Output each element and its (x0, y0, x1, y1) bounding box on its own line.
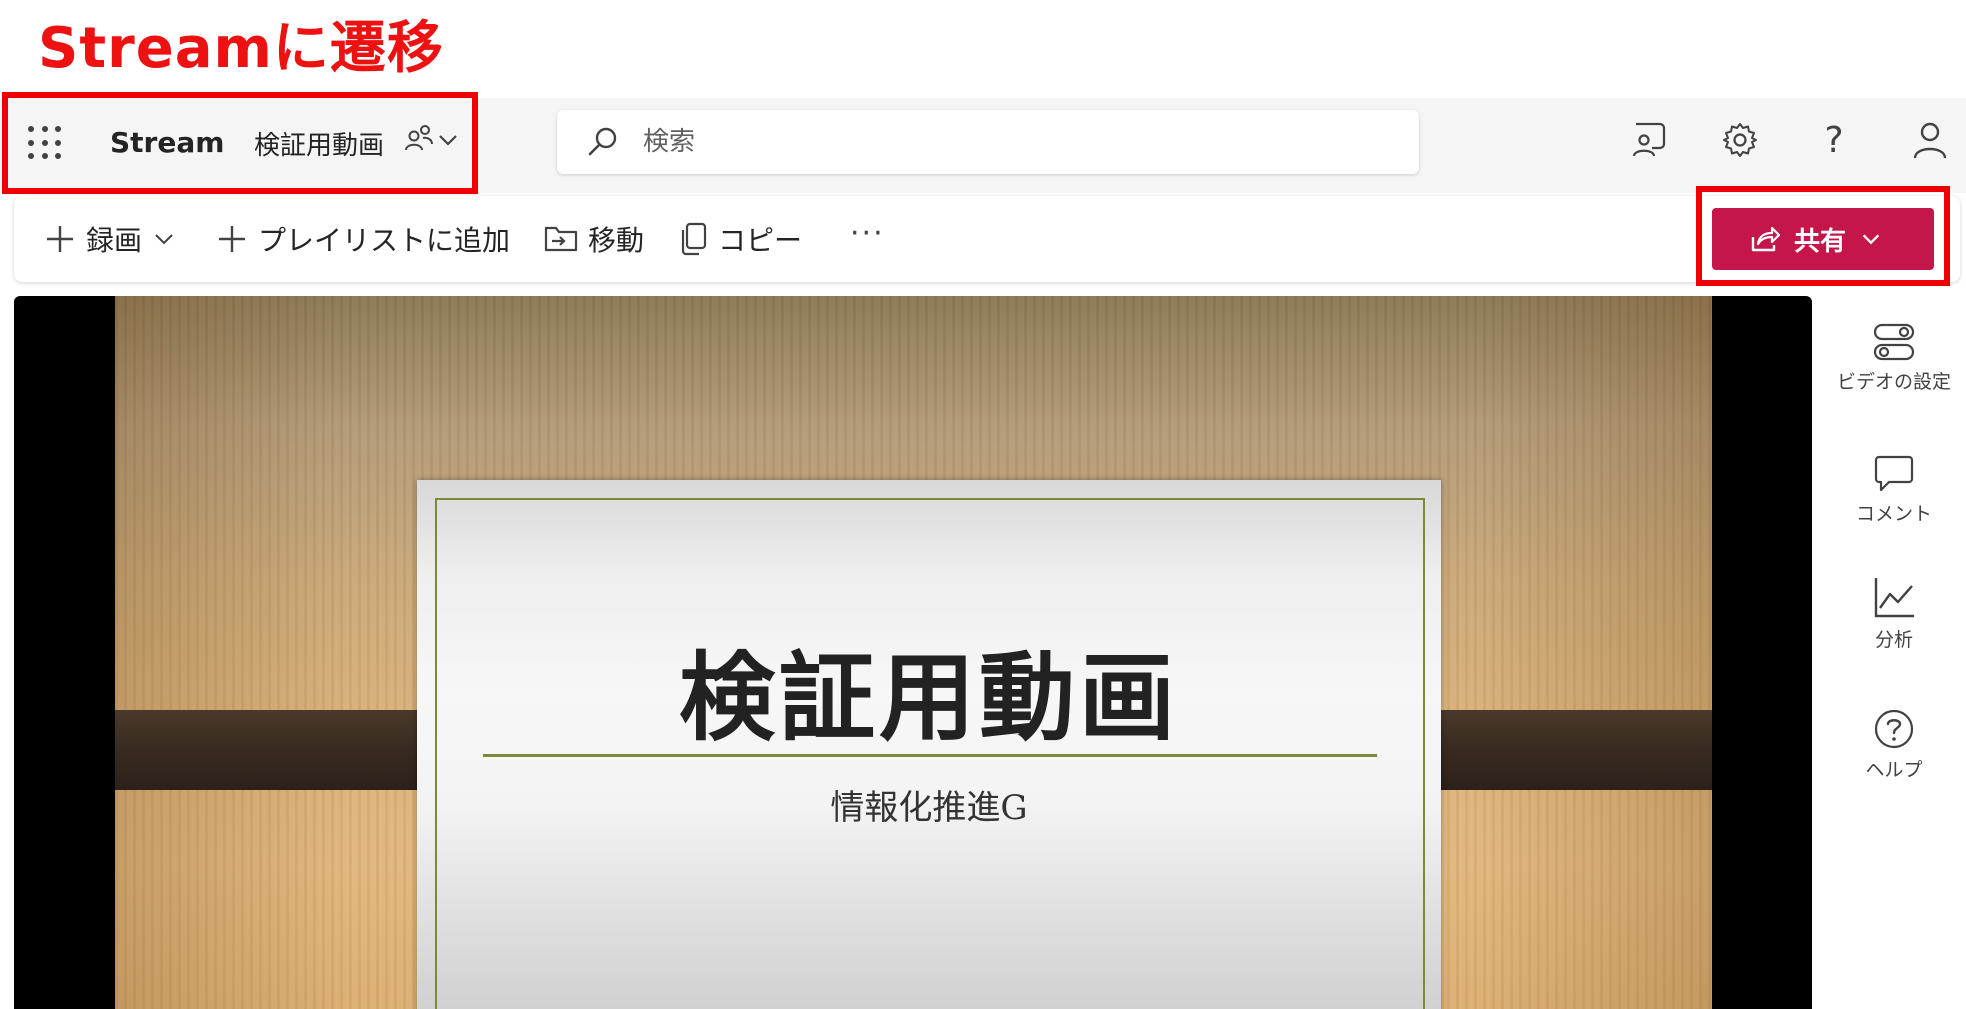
video-frame: 検証用動画 情報化推進G (115, 296, 1712, 1009)
rail-comments-label: コメント (1855, 503, 1932, 525)
rail-analytics-label: 分析 (1874, 629, 1913, 651)
video-player[interactable]: 検証用動画 情報化推進G (14, 296, 1812, 1009)
copy-button[interactable]: コピー (678, 214, 802, 264)
person-icon[interactable] (1908, 118, 1952, 162)
search-input[interactable] (643, 120, 1383, 164)
slide-card: 検証用動画 情報化推進G (417, 480, 1441, 1009)
help-circle-icon (1874, 709, 1914, 749)
gear-icon[interactable] (1718, 118, 1762, 162)
record-button[interactable]: 録画 (44, 214, 186, 264)
annotation-box-share (1696, 186, 1950, 286)
comment-icon (1874, 455, 1914, 492)
command-bar: 録画 プレイリストに追加 移動 コピー ··· (14, 196, 1960, 282)
rail-help-label: ヘルプ (1865, 759, 1923, 781)
more-options-button[interactable]: ··· (850, 216, 885, 251)
annotation-caption: Streamに遷移 (38, 16, 444, 81)
move-button[interactable]: 移動 (544, 214, 644, 264)
move-label: 移動 (588, 224, 645, 257)
plus-icon (219, 226, 245, 252)
rail-video-settings-label: ビデオの設定 (1836, 371, 1951, 393)
record-label: 録画 (86, 224, 143, 257)
add-to-playlist-label: プレイリストに追加 (258, 224, 511, 257)
annotation-box-stream (2, 92, 478, 194)
help-icon[interactable]: ? (1812, 118, 1856, 162)
rail-help[interactable]: ヘルプ (1836, 708, 1952, 780)
search-box[interactable] (557, 110, 1419, 174)
slide-title: 検証用動画 (679, 642, 1179, 754)
rail-comments[interactable]: コメント (1836, 454, 1952, 524)
rail-video-settings[interactable]: ビデオの設定 (1836, 322, 1952, 392)
copy-icon (681, 222, 707, 256)
plus-icon (47, 226, 73, 252)
feedback-icon[interactable] (1626, 118, 1670, 162)
search-icon (588, 127, 617, 156)
slide-strap-left (115, 710, 445, 790)
copy-label: コピー (718, 224, 803, 257)
line-chart-icon (1874, 578, 1914, 618)
rail-analytics[interactable]: 分析 (1836, 576, 1952, 650)
add-to-playlist-button[interactable]: プレイリストに追加 (216, 214, 510, 264)
slide-divider (483, 754, 1377, 757)
slide-subtitle: 情報化推進G (830, 788, 1028, 828)
toggle-settings-icon (1873, 323, 1915, 361)
move-folder-icon (544, 226, 578, 252)
chevron-down-icon (155, 234, 173, 245)
